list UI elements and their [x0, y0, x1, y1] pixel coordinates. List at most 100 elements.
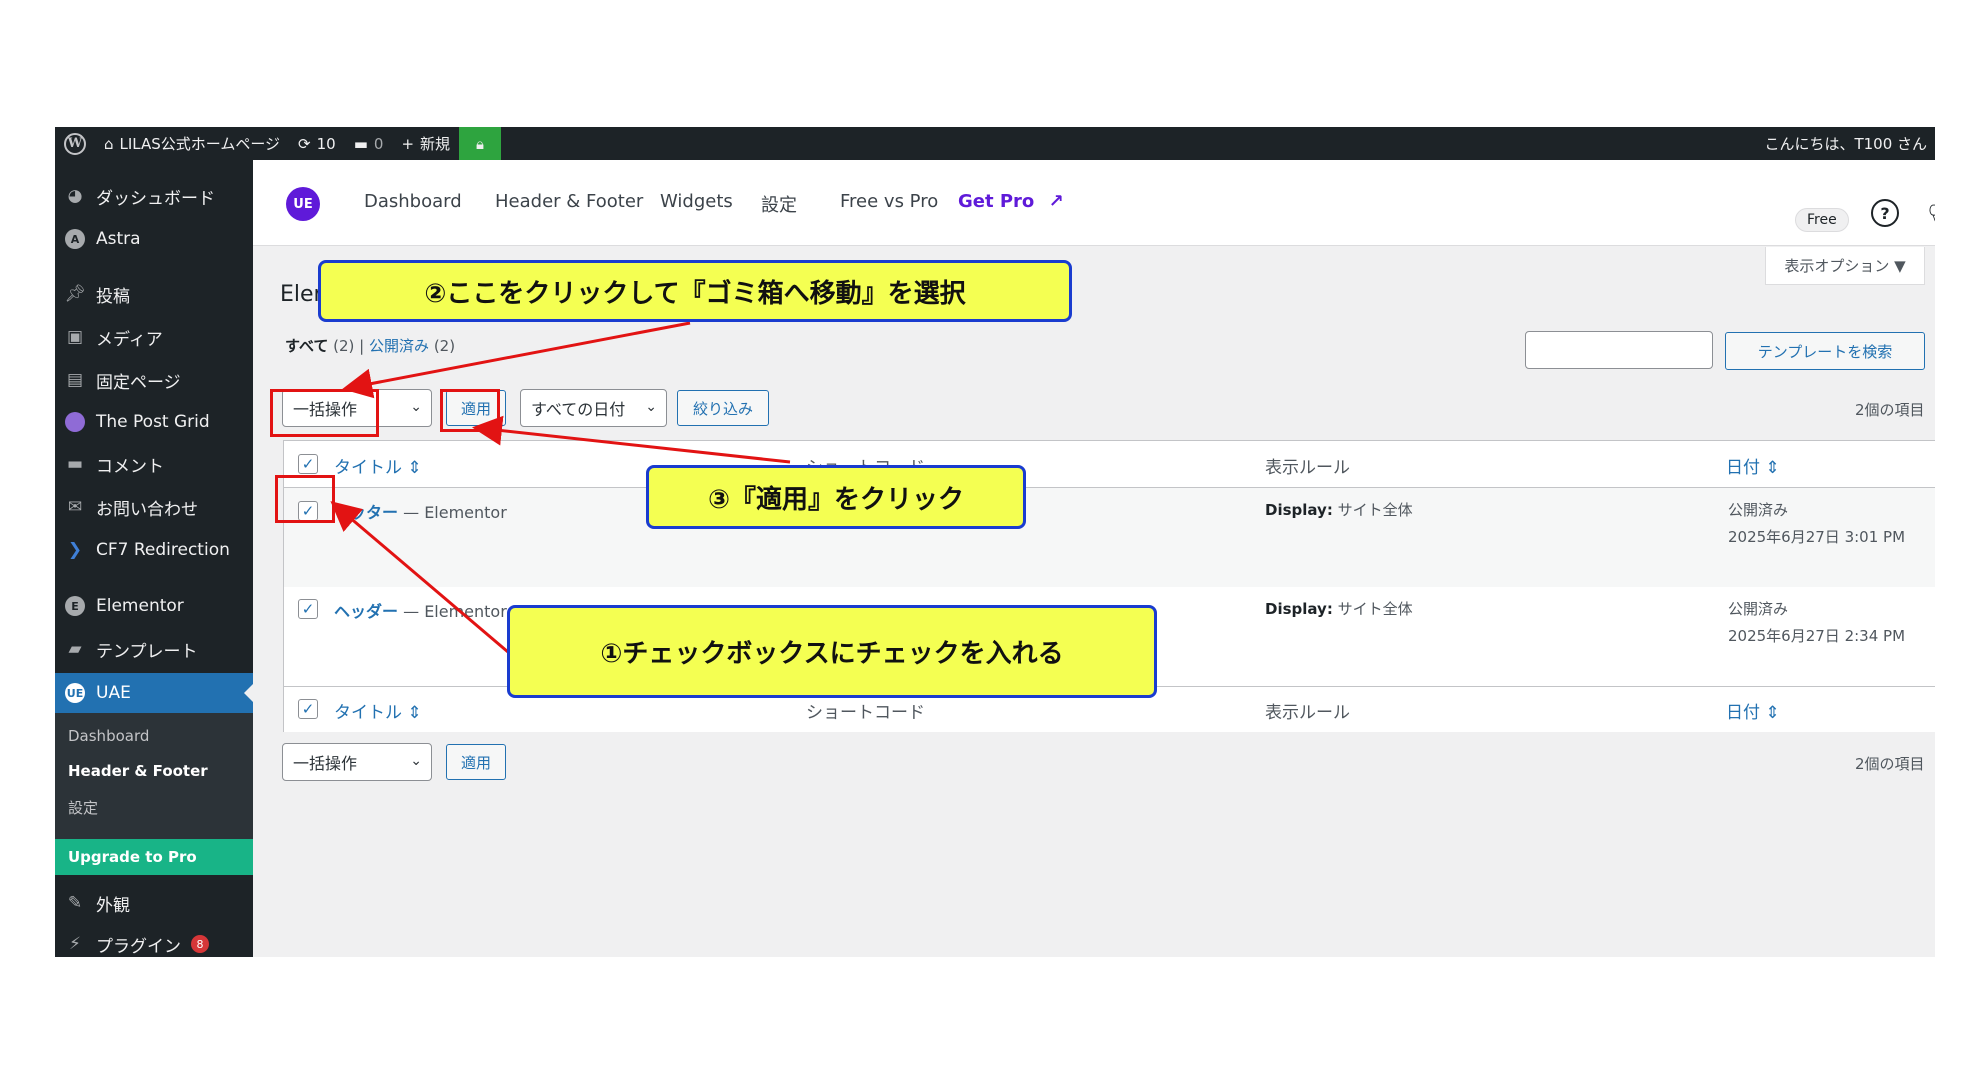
comment-icon: ▬ [353, 134, 368, 153]
comments-menu[interactable]: ▬ 0 [345, 127, 393, 160]
nav-dashboard[interactable]: Dashboard [364, 191, 462, 212]
chevron-icon: ❯ [67, 540, 83, 560]
wp-admin-screenshot: W ⌂ LILAS公式ホームページ ⟳ 10 ▬ 0 + 新規 🔒︎ こんにちは… [55, 127, 1935, 957]
folder-icon: ▰ [68, 639, 82, 659]
items-count-top: 2個の項目 [1855, 401, 1925, 419]
filter-all[interactable]: すべて [285, 337, 328, 355]
select-all-checkbox-bottom[interactable]: ✓ [298, 699, 318, 719]
sidebar-item-pages[interactable]: ▤ 固定ページ [55, 361, 253, 399]
sidebar-item-label: 投稿 [96, 286, 130, 307]
plugins-update-badge: 8 [191, 935, 209, 953]
callout-step3: ③『適用』をクリック [646, 465, 1026, 529]
items-count-bottom: 2個の項目 [1855, 755, 1925, 773]
uae-logo: UE [286, 187, 320, 221]
date-filter-select[interactable]: すべての日付 ⌄ [520, 389, 667, 427]
row-date: 2025年6月27日 3:01 PM [1728, 528, 1906, 546]
bulk-action-select-bottom[interactable]: 一括操作 ⌄ [282, 743, 432, 781]
updates-count: 10 [316, 134, 336, 153]
megaphone-icon[interactable]: 📢︎ [1927, 200, 1935, 225]
sidebar-item-label: ダッシュボード [96, 188, 215, 209]
sidebar-item-dashboard[interactable]: ◕ ダッシュボード [55, 177, 253, 215]
nav-header-footer[interactable]: Header & Footer [495, 191, 643, 212]
astra-icon: A [64, 228, 86, 250]
sidebar-item-appearance[interactable]: ✎ 外観 [55, 884, 253, 922]
footer-column-shortcode: ショートコード [806, 703, 925, 723]
row-status: 公開済み [1728, 600, 1789, 618]
wp-logo-menu[interactable]: W [55, 127, 95, 160]
sidebar-item-label: UAE [96, 683, 131, 703]
column-date[interactable]: 日付 ⇕ [1726, 453, 1780, 478]
row-checkbox[interactable]: ✓ [298, 599, 318, 619]
footer-column-date[interactable]: 日付 ⇕ [1726, 698, 1780, 723]
nav-get-pro[interactable]: Get Pro ↗ [958, 191, 1064, 212]
sidebar-item-contact[interactable]: ✉ お問い合わせ [55, 488, 253, 526]
apply-button-bottom[interactable]: 適用 [446, 744, 506, 780]
row-status: 公開済み [1728, 501, 1789, 519]
new-content-menu[interactable]: + 新規 [392, 127, 459, 160]
submenu-item-settings[interactable]: 設定 [68, 797, 98, 818]
bulk-action-value: 一括操作 [293, 754, 358, 773]
uae-icon: UE [64, 682, 86, 704]
my-account-menu[interactable]: こんにちは、T100 さん [1764, 127, 1927, 160]
filter-published-count: (2) [433, 337, 456, 355]
select-all-checkbox[interactable]: ✓ [298, 454, 318, 474]
submenu-item-header-footer[interactable]: Header & Footer [68, 762, 208, 780]
sidebar-item-label: Elementor [96, 596, 184, 616]
sidebar-item-label: お問い合わせ [96, 499, 198, 520]
pin-icon: 📌︎ [64, 284, 86, 304]
search-templates-button[interactable]: テンプレートを検索 [1725, 332, 1925, 370]
table-header: ✓ タイトル ⇕ ショートコード 表示ルール 日付 ⇕ [284, 441, 1935, 488]
sidebar-item-media[interactable]: ▣ メディア [55, 318, 253, 356]
dashboard-icon: ◕ [67, 186, 83, 206]
sidebar-item-label: テンプレート [96, 641, 198, 662]
filter-all-count: (2) [333, 337, 355, 355]
lock-icon: 🔒︎ [476, 134, 485, 153]
filter-button[interactable]: 絞り込み [677, 390, 769, 426]
sidebar-item-templates[interactable]: ▰ テンプレート [55, 630, 253, 668]
nav-settings[interactable]: 設定 [761, 191, 797, 217]
site-name-menu[interactable]: ⌂ LILAS公式ホームページ [95, 127, 289, 160]
footer-column-title[interactable]: タイトル ⇕ [334, 698, 422, 723]
sidebar-item-label: CF7 Redirection [96, 540, 230, 560]
column-title[interactable]: タイトル ⇕ [334, 453, 422, 478]
highlight-apply-button [440, 389, 500, 432]
post-grid-icon [64, 411, 86, 433]
row-title-link[interactable]: ヘッダー [334, 602, 398, 621]
nav-free-vs-pro[interactable]: Free vs Pro [840, 191, 938, 212]
sidebar-item-label: Astra [96, 229, 141, 249]
sidebar-item-elementor[interactable]: E Elementor [55, 587, 253, 625]
security-lock-button[interactable]: 🔒︎ [459, 127, 502, 160]
nav-widgets[interactable]: Widgets [660, 191, 733, 212]
screen-options-button[interactable]: 表示オプション ▼ [1765, 247, 1925, 285]
site-name: LILAS公式ホームページ [119, 135, 281, 153]
help-icon[interactable]: ? [1871, 199, 1899, 227]
table-row: ✓ フッター — Elementor Display: サイト全体 公開済み 2… [284, 488, 1935, 587]
sidebar-item-uae[interactable]: UE UAE [55, 673, 253, 713]
refresh-icon: ⟳ [298, 134, 311, 153]
upgrade-to-pro-link[interactable]: Upgrade to Pro [55, 839, 253, 875]
sidebar-item-label: プラグイン [96, 936, 181, 957]
row-title: フッター — Elementor [334, 499, 507, 523]
search-input[interactable] [1525, 331, 1713, 369]
chevron-down-icon: ⌄ [410, 753, 422, 769]
wordpress-icon: W [64, 132, 86, 155]
filter-published[interactable]: 公開済み [369, 337, 429, 355]
date-filter-value: すべての日付 [531, 400, 626, 419]
sidebar-item-cf7-redirection[interactable]: ❯ CF7 Redirection [55, 531, 253, 569]
sidebar-item-posts[interactable]: 📌︎ 投稿 [55, 275, 253, 313]
submenu-item-dashboard[interactable]: Dashboard [68, 727, 149, 745]
highlight-row-checkbox [275, 475, 335, 523]
stage: W ⌂ LILAS公式ホームページ ⟳ 10 ▬ 0 + 新規 🔒︎ こんにちは… [0, 0, 1980, 1080]
sidebar-item-plugins[interactable]: ⚡︎ プラグイン 8 [55, 925, 253, 957]
sidebar-item-post-grid[interactable]: The Post Grid [55, 403, 253, 441]
filter-separator: | [359, 337, 365, 355]
media-icon: ▣ [66, 327, 84, 347]
sidebar-item-comments[interactable]: ▬ コメント [55, 445, 253, 483]
row-display-rule: Display: サイト全体 [1265, 598, 1413, 619]
row-title: ヘッダー — Elementor [334, 598, 507, 622]
row-title-link[interactable]: フッター [334, 503, 398, 522]
updates-menu[interactable]: ⟳ 10 [289, 127, 345, 160]
row-date: 2025年6月27日 2:34 PM [1728, 627, 1906, 645]
sidebar-item-astra[interactable]: A Astra [55, 220, 253, 258]
admin-bar: W ⌂ LILAS公式ホームページ ⟳ 10 ▬ 0 + 新規 🔒︎ こんにちは… [55, 127, 1935, 160]
